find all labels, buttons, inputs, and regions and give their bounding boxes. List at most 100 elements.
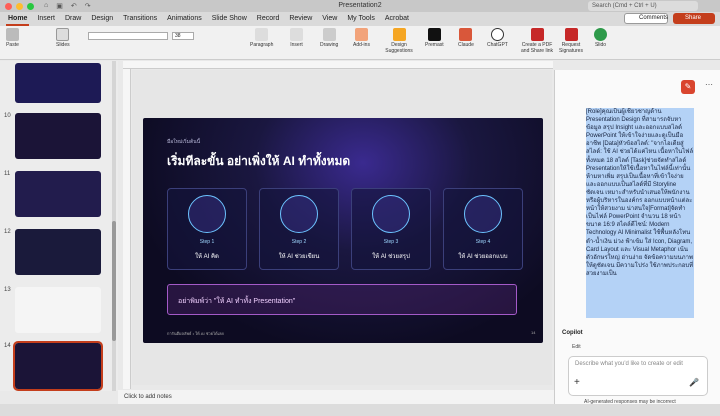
tab-view[interactable]: View: [320, 12, 339, 26]
tab-record[interactable]: Record: [255, 12, 282, 26]
notes-area[interactable]: Click to add notes: [118, 390, 554, 404]
signature-icon: [564, 28, 578, 41]
pdf-icon: [530, 28, 544, 41]
copilot-input-placeholder: Describe what you'd like to create or ed…: [575, 361, 683, 367]
addins-button[interactable]: Add-ins: [353, 28, 370, 48]
slide-thumbnail[interactable]: [15, 113, 101, 159]
tab-animations[interactable]: Animations: [165, 12, 204, 26]
clipboard-icon: [6, 28, 19, 41]
step-label: Step 1: [199, 239, 215, 245]
slide-number: 11: [4, 171, 11, 177]
slide-number: 13: [4, 287, 11, 293]
search-input[interactable]: Search (Cmd + Ctrl + U): [588, 1, 698, 11]
slide-thumbnails-panel: 10 11 12 13 14: [0, 61, 118, 391]
slide-kicker: มือใหม่เริ่มต้นนี้: [167, 139, 201, 145]
slides-icon: [56, 28, 70, 41]
step-card[interactable]: Step 3 ให้ AI ช่วยสรุป: [351, 188, 431, 270]
premast-icon: [427, 28, 441, 41]
chatgpt-label: ChatGPT: [487, 42, 508, 48]
slido-button[interactable]: Slido: [594, 28, 607, 48]
premast-button[interactable]: Premast: [425, 28, 444, 48]
slide-page-number: 14: [531, 330, 536, 335]
tab-slide-show[interactable]: Slide Show: [210, 12, 249, 26]
shapes-icon: [322, 28, 336, 41]
copilot-selected-prompt[interactable]: [Role]คุณเป็นผู้เชี่ยวชาญด้าน Presentati…: [586, 108, 694, 318]
step-card[interactable]: Step 2 ให้ AI ช่วยเขียน: [259, 188, 339, 270]
copilot-input[interactable]: Describe what you'd like to create or ed…: [568, 356, 708, 396]
slide-thumbnail[interactable]: [15, 287, 101, 333]
more-options-icon[interactable]: ⋯: [705, 80, 713, 89]
slide-title[interactable]: เริ่มทีละขั้น อย่าเพิ่งให้ AI ทำทั้งหมด: [167, 152, 350, 171]
slide-thumbnail-selected[interactable]: [13, 341, 103, 391]
tab-review[interactable]: Review: [287, 12, 314, 26]
current-slide[interactable]: มือใหม่เริ่มต้นนี้ เริ่มทีละขั้น อย่าเพิ…: [143, 118, 543, 343]
paragraph-label: Paragraph: [250, 42, 274, 48]
checklist-icon: [372, 195, 410, 233]
share-button[interactable]: Share: [673, 13, 715, 24]
paste-label: Paste: [6, 42, 19, 48]
thumbnail-scroll-thumb[interactable]: [112, 221, 116, 341]
slido-label: Slido: [594, 42, 607, 48]
slide-thumbnail[interactable]: [15, 229, 101, 275]
insert-label: Insert: [290, 42, 303, 48]
share-label: Share: [685, 15, 702, 21]
status-bar: [0, 404, 720, 416]
pen-icon: [280, 195, 318, 233]
request-signatures-label: Request Signatures: [559, 42, 583, 54]
brain-icon: [188, 195, 226, 233]
tab-my-tools[interactable]: My Tools: [345, 12, 377, 26]
horizontal-ruler: [123, 61, 553, 69]
tab-design[interactable]: Design: [89, 12, 115, 26]
step-title: ให้ AI ช่วยสรุป: [372, 254, 410, 260]
drawing-button[interactable]: Drawing: [320, 28, 338, 48]
ribbon-tabs: Home Insert Draw Design Transitions Anim…: [0, 12, 720, 26]
add-icon[interactable]: +: [574, 377, 580, 388]
step-label: Step 2: [291, 239, 307, 245]
slides-label: Slides: [56, 42, 70, 48]
comments-label: Comments: [639, 15, 669, 21]
step-label: Step 3: [383, 239, 399, 245]
step-card[interactable]: Step 1 ให้ AI คิด: [167, 188, 247, 270]
edit-pencil-icon[interactable]: ✎: [681, 80, 695, 94]
create-pdf-label: Create a PDF and Share link: [521, 42, 553, 54]
vertical-ruler: [123, 69, 131, 389]
slido-icon: [594, 28, 607, 41]
comments-button[interactable]: Comments: [624, 13, 668, 24]
copilot-header: Copilot: [562, 330, 583, 336]
tab-insert[interactable]: Insert: [35, 12, 57, 26]
request-signatures-button[interactable]: Request Signatures: [558, 28, 584, 54]
claude-button[interactable]: Claude: [458, 28, 474, 48]
font-family-select[interactable]: [88, 32, 168, 40]
prompt-callout-text: อย่าพิมพ์ว่า "ให้ AI ทำทั้ง Presentation…: [178, 298, 296, 305]
chatgpt-button[interactable]: ChatGPT: [487, 28, 508, 48]
insert-icon: [290, 28, 303, 41]
mode-dropdown[interactable]: Edit: [572, 344, 581, 350]
prompt-callout[interactable]: อย่าพิมพ์ว่า "ให้ AI ทำทั้ง Presentation…: [167, 284, 517, 315]
claude-label: Claude: [458, 42, 474, 48]
premast-label: Premast: [425, 42, 444, 48]
palette-icon: [464, 195, 502, 233]
design-suggestions-button[interactable]: Design Suggestions: [384, 28, 414, 54]
font-size-select[interactable]: 38: [172, 32, 194, 40]
slide-thumbnail[interactable]: [15, 171, 101, 217]
ai-disclaimer: AI-generated responses may be incorrect: [584, 399, 676, 405]
slide-footer: การันตีผลลัพธ์ • ให้ AI ช่วยได้เลย: [167, 331, 224, 336]
slides-button[interactable]: Slides: [56, 28, 70, 48]
paragraph-button[interactable]: Paragraph: [250, 28, 273, 48]
paste-button[interactable]: Paste: [6, 28, 19, 48]
tab-acrobat[interactable]: Acrobat: [383, 12, 411, 26]
chatgpt-icon: [490, 28, 504, 41]
slide-number: 14: [4, 343, 11, 349]
tab-home[interactable]: Home: [6, 12, 30, 26]
create-pdf-button[interactable]: Create a PDF and Share link: [520, 28, 554, 54]
microphone-icon[interactable]: 🎤: [689, 378, 699, 387]
insert-button[interactable]: Insert: [290, 28, 303, 48]
slide-number: 10: [4, 113, 11, 119]
slide-thumbnail[interactable]: [15, 63, 101, 103]
design-suggestions-label: Design Suggestions: [385, 42, 413, 54]
tab-transitions[interactable]: Transitions: [121, 12, 159, 26]
tab-draw[interactable]: Draw: [63, 12, 83, 26]
slide-number: 12: [4, 229, 11, 235]
step-title: ให้ AI ช่วยเขียน: [278, 254, 320, 260]
step-card[interactable]: Step 4 ให้ AI ช่วยออกแบบ: [443, 188, 523, 270]
